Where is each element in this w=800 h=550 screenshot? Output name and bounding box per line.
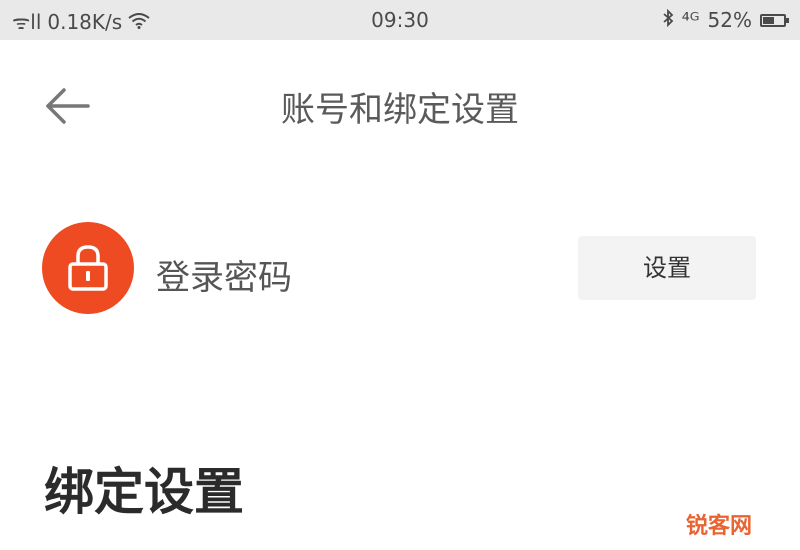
battery-icon <box>760 13 789 27</box>
navigation-bar: 账号和绑定设置 <box>0 40 800 170</box>
lock-avatar <box>42 222 134 314</box>
binding-section-title: 绑定设置 <box>44 463 244 521</box>
login-password-row[interactable]: 登录密码 设置 <box>0 220 800 320</box>
set-password-button[interactable]: 设置 <box>578 236 756 300</box>
status-bar: ᯤll 0.18K/s 09:30 ⁴ᴳ 52% <box>0 0 800 40</box>
bluetooth-icon <box>662 8 674 32</box>
status-bar-right: ⁴ᴳ 52% <box>662 8 789 32</box>
mobile-signal-icon: ⁴ᴳ <box>681 8 700 32</box>
page-title: 账号和绑定设置 <box>281 90 519 130</box>
battery-percent: 52% <box>707 8 752 32</box>
battery-level <box>763 16 775 24</box>
login-password-label: 登录密码 <box>156 258 292 298</box>
watermark: 锐客网 <box>685 514 752 539</box>
